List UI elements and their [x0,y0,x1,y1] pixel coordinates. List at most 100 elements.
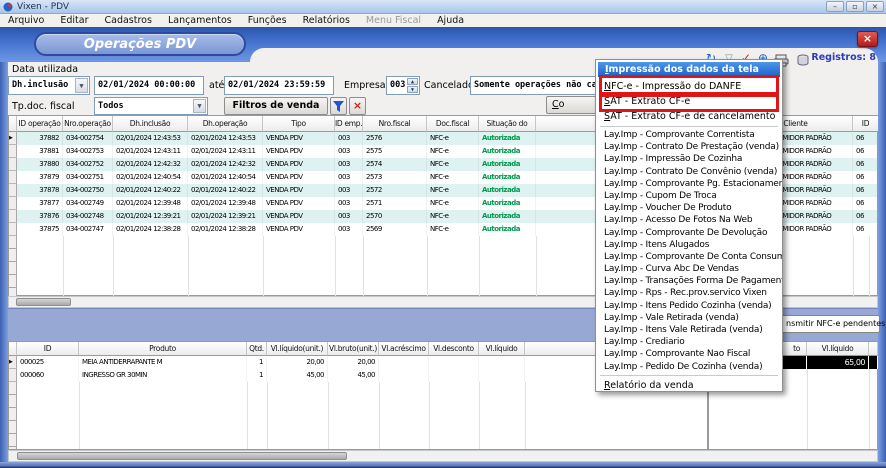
col-id[interactable]: ID [853,116,879,132]
col-dh-inclusao[interactable]: Dh.inclusão [113,116,188,132]
context-menu-item[interactable]: Lay.Imp - Itens Pedido Cozinha (venda) [596,300,782,312]
close-button[interactable]: × [866,1,884,12]
context-menu-item[interactable]: SAT - Extrato CF-e de cancelamento [596,109,782,124]
panel-title: Operações PDV [84,37,196,52]
menu-item[interactable]: Menu Fiscal [358,15,429,26]
app-icon [3,2,13,12]
context-menu-item[interactable]: Lay.Imp - Comprovante Correntista [596,129,782,141]
context-menu-item[interactable]: Lay.Imp - Contrato De Convênio (venda) [596,166,782,178]
minimize-button[interactable]: – [826,1,844,12]
ate-label: até [209,80,224,91]
menu-item[interactable]: Arquivo [0,15,52,26]
col-id-emp[interactable]: ID emp. [335,116,363,132]
col-tipo[interactable]: Tipo [263,116,335,132]
col-nro-operacao[interactable]: Nro.operação [63,116,113,132]
menu-separator [600,375,778,376]
window-border-left [0,62,8,468]
context-menu-item[interactable]: Lay.Imp - Rps - Rec.prov.servico Vixen [596,287,782,299]
col-qtd[interactable]: Qtd. [247,342,267,356]
row-selector[interactable] [9,184,17,197]
col-doc-fiscal[interactable]: Doc.fiscal [427,116,479,132]
context-menu-item[interactable]: Lay.Imp - Itens Alugados [596,239,782,251]
context-menu-item[interactable]: Lay.Imp - Curva Abc De Vendas [596,263,782,275]
spin-up-icon[interactable]: ▲ [407,78,418,85]
context-menu-item[interactable]: NFC-e - Impressão do DANFE [596,79,782,94]
empresa-label: Empresa [344,80,386,91]
status-badge: Autorizada [479,223,536,236]
context-menu-item[interactable]: Lay.Imp - Contrato De Prestação (venda) [596,141,782,153]
context-menu-item[interactable]: Lay.Imp - Impressão De Cozinha [596,153,782,165]
status-badge: Autorizada [479,197,536,210]
row-selector[interactable] [9,369,17,382]
context-menu-item[interactable]: Lay.Imp - Vale Retirada (venda) [596,312,782,324]
menu-item[interactable]: Lançamentos [160,15,240,26]
row-selector[interactable] [9,197,17,210]
context-menu-item[interactable]: Lay.Imp - Voucher De Produto [596,202,782,214]
col-nro-fiscal[interactable]: Nro.fiscal [363,116,427,132]
col-vl-bruto-unit[interactable]: Vl.bruto(unit.) [328,342,379,356]
context-menu-item[interactable]: Lay.Imp - Comprovante De Conta Consumo [596,251,782,263]
col-vl-acrescimo[interactable]: Vl.acréscimo [379,342,429,356]
col-produto[interactable]: Produto [79,342,247,356]
tp-doc-fiscal-select[interactable]: Todos▼ [94,97,208,115]
col-id-operacao[interactable]: ID operação [17,116,63,132]
date-from-input[interactable]: 02/01/2024 00:00:00 [94,76,204,95]
empresa-stepper[interactable]: 003 ▲ ▼ [386,76,420,95]
col-vl-liquido-unit[interactable]: Vl.líquido(unit.) [267,342,328,356]
date-to-input[interactable]: 02/01/2024 23:59:59 [224,76,334,95]
empty-row-selectors [9,236,17,296]
panel-close-button[interactable]: × [857,31,878,47]
filtros-venda-button[interactable]: Filtros de venda [224,97,328,115]
context-menu-item[interactable]: Lay.Imp - Comprovante Pg. Estacionamento [596,178,782,190]
col-item-id[interactable]: ID [17,342,79,356]
spin-down-icon[interactable]: ▼ [407,86,418,93]
row-selector[interactable] [9,132,17,145]
context-menu-item[interactable]: Lay.Imp - Crediario [596,336,782,348]
row-selector[interactable] [9,171,17,184]
col-vl-liquido[interactable]: Vl.líquido [479,342,525,356]
menu-separator [600,126,778,127]
context-menu-item[interactable]: Lay.Imp - Transações Forma De Pagamento [596,275,782,287]
context-menu-item[interactable]: SAT - Extrato CF-e [596,94,782,109]
row-selector[interactable] [9,356,17,369]
menu-item[interactable]: Cadastros [97,15,160,26]
context-menu-item[interactable]: Lay.Imp - Pedido De Cozinha (venda) [596,361,782,373]
window-border-right [878,62,886,468]
row-selector[interactable] [9,210,17,223]
chevron-down-icon[interactable]: ▼ [75,78,88,93]
context-menu-item[interactable]: Lay.Imp - Comprovante De Devolução [596,227,782,239]
context-menu-item-relatorio[interactable]: Relatório da venda [596,378,782,393]
row-selector[interactable] [9,158,17,171]
panel-title-pill: Operações PDV [34,32,246,56]
restore-button[interactable]: ▫ [846,1,864,12]
col-dh-operacao[interactable]: Dh.operação [188,116,263,132]
context-menu-item[interactable]: Lay.Imp - Itens Vale Retirada (venda) [596,324,782,336]
menu-item[interactable]: Editar [52,15,96,26]
status-badge: Autorizada [479,171,536,184]
status-badge: Autorizada [479,184,536,197]
apply-filter-button[interactable] [330,97,347,115]
clear-filter-button[interactable]: × [349,97,366,115]
scrollbar-thumb[interactable] [17,452,347,460]
scrollbar-thumb[interactable] [16,298,71,306]
date-field-selector[interactable]: Dh.inclusão▼ [8,76,90,95]
tp-doc-fiscal-label: Tp.doc. fiscal [12,101,75,112]
items-grid-hscrollbar[interactable] [8,450,878,462]
context-menu-lay-items: Lay.Imp - Comprovante Correntista Lay.Im… [596,129,782,373]
row-selector[interactable] [9,145,17,158]
context-menu-header: Impressão dos dados da tela [598,62,780,77]
window-title: Vixen - PDV [17,2,69,12]
context-menu-item[interactable]: Lay.Imp - Comprovante Nao Fiscal [596,348,782,360]
context-menu-item[interactable]: Lay.Imp - Acesso De Fotos Na Web [596,214,782,226]
col-vl-liquido[interactable]: Vl.líquido [807,342,869,356]
row-selector[interactable] [9,223,17,236]
context-menu-item[interactable]: Lay.Imp - Cupom De Troca [596,190,782,202]
col-vl-desconto[interactable]: Vl.desconto [429,342,479,356]
menu-bar: ArquivoEditarCadastrosLançamentosFunções… [0,14,886,27]
col-situacao[interactable]: Situação do [479,116,536,132]
menu-item[interactable]: Ajuda [429,15,472,26]
menu-item[interactable]: Funções [240,15,295,26]
menu-item[interactable]: Relatórios [295,15,358,26]
database-icon[interactable] [797,52,810,71]
chevron-down-icon[interactable]: ▼ [193,99,206,113]
